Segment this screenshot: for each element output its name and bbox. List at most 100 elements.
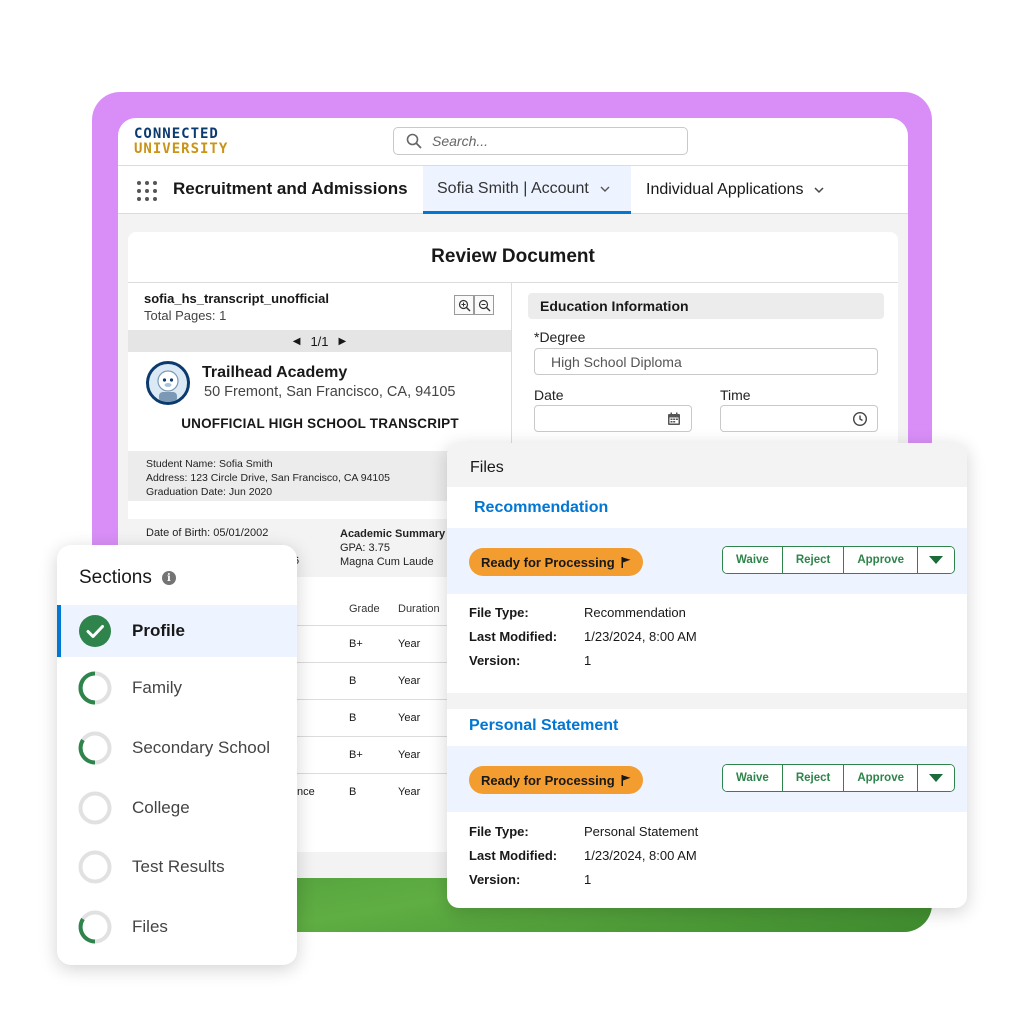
page-indicator: 1/1 [310, 333, 329, 349]
clock-icon[interactable] [852, 411, 868, 427]
school-logo [146, 361, 190, 405]
section-item-profile[interactable]: Profile [57, 605, 297, 657]
section-label: Family [132, 678, 183, 697]
brand-line1: CONNECTED [134, 126, 219, 142]
date-of-birth: Date of Birth: 05/01/2002 [146, 527, 269, 539]
status-badge: Ready for Processing [469, 548, 643, 576]
last-modified-value: 1/23/2024, 8:00 AM [584, 848, 697, 863]
tab-sofia-smith-account[interactable]: Sofia Smith | Account [423, 166, 631, 214]
app-launcher-icon[interactable] [137, 181, 157, 201]
waive-button[interactable]: Waive [723, 547, 783, 573]
grade-cell: B+ [349, 638, 363, 650]
section-item-family[interactable]: Family [57, 662, 297, 714]
search-input[interactable] [432, 131, 672, 151]
zoom-controls [454, 295, 494, 315]
file-type-value: Personal Statement [584, 824, 699, 839]
version-value: 1 [584, 872, 592, 887]
education-information-form: Education Information *Degree High Schoo… [528, 293, 884, 432]
waive-button[interactable]: Waive [723, 765, 783, 791]
reject-button[interactable]: Reject [782, 765, 845, 791]
duration-cell: Year [398, 749, 421, 761]
progress-ring-icon [78, 731, 112, 765]
degree-label: *Degree [534, 329, 586, 345]
section-label: Files [132, 917, 168, 936]
duration-cell: Year [398, 675, 421, 687]
version-label: Version: [469, 653, 521, 668]
more-actions-button[interactable] [918, 547, 954, 573]
duration-cell: Year [398, 712, 421, 724]
tab-individual-applications[interactable]: Individual Applications [646, 166, 825, 214]
status-label: Ready for Processing [481, 772, 615, 788]
sections-panel: Sections i Profile Family Secondary Scho… [57, 545, 297, 965]
chevron-down-icon[interactable] [813, 184, 825, 196]
file-name-recommendation[interactable]: Recommendation [474, 499, 608, 517]
global-search[interactable] [393, 127, 688, 155]
honors: Magna Cum Laude [340, 556, 434, 568]
file-action-buttons: Waive Reject Approve [722, 764, 955, 792]
time-field[interactable] [720, 405, 878, 432]
progress-ring-icon [78, 671, 112, 705]
grade-cell: B+ [349, 749, 363, 761]
version-label: Version: [469, 872, 521, 887]
section-label: Secondary School [132, 738, 270, 757]
grade-cell: B [349, 675, 357, 687]
info-icon[interactable]: i [161, 571, 176, 585]
file-name-personal-statement[interactable]: Personal Statement [469, 717, 618, 735]
more-actions-button[interactable] [918, 765, 954, 791]
version-value: 1 [584, 653, 592, 668]
caret-down-icon [929, 774, 943, 782]
previous-page-icon[interactable]: ◀ [293, 336, 301, 347]
duration-cell: Year [398, 786, 421, 798]
sections-title-text: Sections [79, 567, 152, 588]
calendar-icon[interactable] [666, 411, 682, 427]
date-field[interactable] [534, 405, 692, 432]
file-type-label: File Type: [469, 824, 529, 839]
file-type-label: File Type: [469, 605, 529, 620]
review-title: Review Document [431, 246, 595, 267]
brand-logo[interactable]: CONNECTED UNIVERSITY [134, 127, 228, 157]
approve-button[interactable]: Approve [844, 547, 918, 573]
degree-field[interactable]: High School Diploma [534, 348, 878, 375]
section-label: Profile [132, 621, 185, 640]
grade-header-grade: Grade [349, 603, 380, 615]
section-item-college[interactable]: College [57, 782, 297, 834]
progress-ring-icon [78, 791, 112, 825]
page-navigator: ◀ 1/1 ▶ [128, 330, 511, 352]
duration-cell: Year [398, 638, 421, 650]
document-total-pages: Total Pages: 1 [144, 308, 227, 323]
status-label: Ready for Processing [481, 554, 615, 570]
status-badge: Ready for Processing [469, 766, 643, 794]
caret-down-icon [929, 556, 943, 564]
sections-title: Sections i [79, 567, 176, 589]
transcript-title: UNOFFICIAL HIGH SCHOOL TRANSCRIPT [181, 416, 459, 431]
app-name: Recruitment and Admissions [173, 179, 408, 198]
flag-icon [621, 556, 631, 568]
file-status-row: Ready for Processing Waive Reject Approv… [447, 528, 967, 594]
flag-icon [621, 774, 631, 786]
school-name: Trailhead Academy [202, 364, 348, 381]
date-label: Date [534, 387, 564, 403]
chevron-down-icon[interactable] [599, 183, 611, 195]
section-item-secondary-school[interactable]: Secondary School [57, 722, 297, 774]
last-modified-value: 1/23/2024, 8:00 AM [584, 629, 697, 644]
time-label: Time [720, 387, 751, 403]
zoom-in-icon[interactable] [454, 295, 474, 315]
app-nav-bar: Recruitment and Admissions Sofia Smith |… [118, 166, 908, 214]
progress-ring-icon [78, 850, 112, 884]
file-action-buttons: Waive Reject Approve [722, 546, 955, 574]
reject-button[interactable]: Reject [782, 547, 845, 573]
section-item-files[interactable]: Files [57, 901, 297, 953]
global-header: CONNECTED UNIVERSITY [118, 118, 908, 166]
grade-header-duration: Duration [398, 603, 440, 615]
file-type-value: Recommendation [584, 605, 686, 620]
files-panel: Files Recommendation Ready for Processin… [447, 443, 967, 908]
school-address: 50 Fremont, San Francisco, CA, 94105 [204, 384, 456, 400]
document-file-name: sofia_hs_transcript_unofficial [144, 291, 329, 306]
grade-cell: B [349, 786, 357, 798]
approve-button[interactable]: Approve [844, 765, 918, 791]
brand-line2: UNIVERSITY [134, 141, 229, 157]
zoom-out-icon[interactable] [474, 295, 494, 315]
stage: CONNECTED UNIVERSITY Recruitment and Adm… [0, 0, 1024, 1024]
next-page-icon[interactable]: ▶ [339, 336, 347, 347]
section-item-test-results[interactable]: Test Results [57, 841, 297, 893]
